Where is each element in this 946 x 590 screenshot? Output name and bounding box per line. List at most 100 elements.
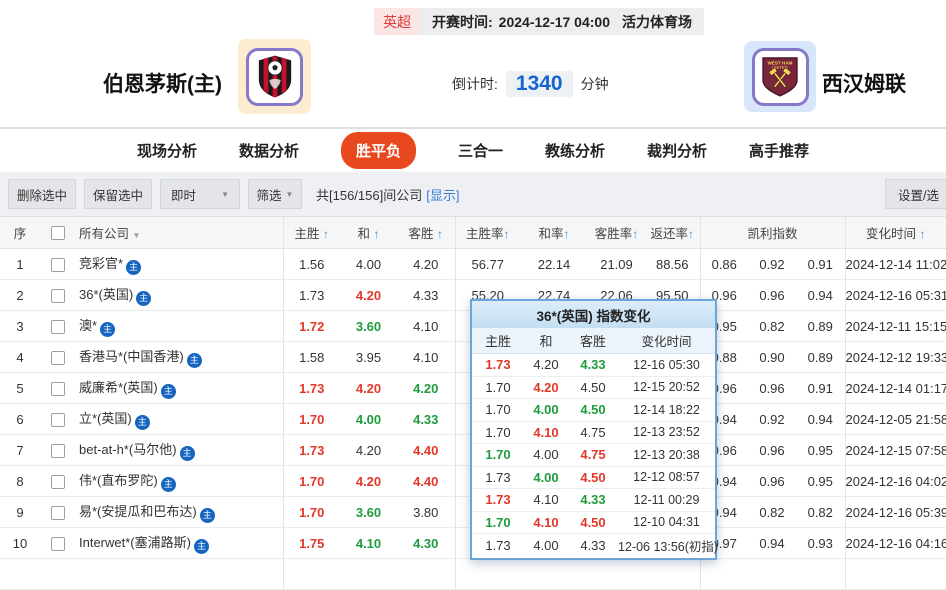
header-home-odds[interactable]: 主胜 ↑ — [283, 216, 340, 249]
row-checkbox[interactable] — [50, 319, 65, 334]
company-name[interactable]: 立*(英国) — [79, 411, 132, 426]
company-name[interactable]: 香港马*(中国香港) — [79, 349, 184, 364]
instant-dropdown[interactable]: 即时 ▼ — [160, 179, 240, 209]
away-odds[interactable]: 4.33 — [397, 279, 456, 311]
row-checkbox-cell — [40, 279, 75, 311]
home-odds[interactable]: 1.75 — [283, 527, 340, 559]
settings-button[interactable]: 设置/选 — [885, 179, 946, 209]
tab-data-analysis[interactable]: 数据分析 — [239, 140, 299, 161]
company-name[interactable]: 威廉希*(英国) — [79, 380, 158, 395]
draw-odds[interactable]: 3.95 — [340, 341, 397, 373]
draw-odds[interactable]: 4.20 — [340, 434, 397, 466]
away-odds[interactable]: 4.30 — [397, 527, 456, 559]
kelly-cell: 0.95 — [796, 434, 846, 466]
away-odds[interactable]: 4.20 — [397, 372, 456, 404]
sort-up-icon: ↑ — [563, 227, 570, 241]
sort-up-icon: ↑ — [632, 227, 639, 241]
draw-odds[interactable]: 4.00 — [340, 248, 397, 280]
away-team-name: 西汉姆联 — [822, 73, 906, 96]
away-odds[interactable]: 4.33 — [397, 403, 456, 435]
kelly-cell: 0.92 — [748, 248, 796, 280]
row-checkbox[interactable] — [50, 257, 65, 272]
tab-live-analysis[interactable]: 现场分析 — [137, 140, 197, 161]
filter-dropdown[interactable]: 筛选 ▼ — [248, 179, 302, 209]
draw-odds[interactable]: 4.10 — [340, 527, 397, 559]
row-checkbox[interactable] — [50, 288, 65, 303]
table-toolbar: 删除选中 保留选中 即时 ▼ 筛选 ▼ 共[156/156]间公司 [显示] 设… — [0, 172, 946, 216]
draw-odds[interactable]: 4.20 — [340, 372, 397, 404]
draw-odds[interactable]: 4.20 — [340, 465, 397, 497]
home-odds[interactable]: 1.73 — [283, 434, 340, 466]
away-odds[interactable]: 4.40 — [397, 465, 456, 497]
company-name[interactable]: 易*(安提瓜和巴布达) — [79, 504, 197, 519]
company-name[interactable]: 伟*(直布罗陀) — [79, 473, 158, 488]
company-filter-icon[interactable]: ▼ — [133, 231, 141, 240]
home-odds[interactable]: 1.70 — [283, 496, 340, 528]
empty-cell — [283, 558, 340, 590]
home-odds[interactable]: 1.73 — [283, 372, 340, 404]
tab-expert-picks[interactable]: 高手推荐 — [749, 140, 809, 161]
row-checkbox[interactable] — [50, 474, 65, 489]
popup-row: 1.70 4.10 4.50 12-10 04:31 — [472, 512, 715, 534]
company-name[interactable]: 澳* — [79, 318, 97, 333]
match-info-bar: 英超 开赛时间: 2024-12-17 04:00 活力体育场 — [374, 8, 704, 35]
tab-win-draw-lose[interactable]: 胜平负 — [340, 132, 416, 169]
company-name[interactable]: Interwet*(塞浦路斯) — [79, 535, 191, 550]
header-home-rate[interactable]: 主胜率↑ — [455, 216, 520, 249]
draw-odds[interactable]: 4.00 — [340, 403, 397, 435]
header-return-rate[interactable]: 返还率↑ — [645, 216, 701, 249]
tab-coach-analysis[interactable]: 教练分析 — [545, 140, 605, 161]
row-checkbox[interactable] — [50, 350, 65, 365]
home-odds[interactable]: 1.73 — [283, 279, 340, 311]
header-away-odds[interactable]: 客胜 ↑ — [397, 216, 456, 249]
home-odds[interactable]: 1.58 — [283, 341, 340, 373]
row-checkbox[interactable] — [50, 505, 65, 520]
bournemouth-crest-icon — [258, 55, 291, 98]
row-seq: 6 — [0, 403, 40, 435]
draw-odds[interactable]: 3.60 — [340, 310, 397, 342]
rate-cell: 56.77 — [455, 248, 520, 280]
keep-selected-button[interactable]: 保留选中 — [84, 179, 152, 209]
empty-cell — [0, 558, 40, 590]
header-company[interactable]: 所有公司 ▼ — [75, 216, 284, 249]
kelly-cell: 0.96 — [748, 372, 796, 404]
company-cell: 易*(安提瓜和巴布达) 主 — [75, 496, 284, 528]
header-change-time[interactable]: 变化时间 ↑ — [845, 216, 946, 249]
draw-odds[interactable]: 4.20 — [340, 279, 397, 311]
row-checkbox[interactable] — [50, 381, 65, 396]
header-draw-odds[interactable]: 和 ↑ — [340, 216, 397, 249]
rate-cell: 22.14 — [520, 248, 588, 280]
change-time: 2024-12-15 07:58 — [845, 434, 946, 466]
select-all-checkbox[interactable] — [50, 225, 65, 240]
popup-row: 1.73 4.20 4.33 12-16 05:30 — [472, 354, 715, 377]
odds-row: 1 竞彩官* 主 1.56 4.00 4.20 56.77 22.14 21.09 88.56 0.… — [0, 248, 946, 280]
row-checkbox[interactable] — [50, 412, 65, 427]
header-draw-rate[interactable]: 和率↑ — [520, 216, 588, 249]
row-checkbox-cell — [40, 372, 75, 404]
row-checkbox[interactable] — [50, 443, 65, 458]
company-name[interactable]: 36*(英国) — [79, 287, 133, 302]
draw-odds[interactable]: 3.60 — [340, 496, 397, 528]
away-odds[interactable]: 4.10 — [397, 341, 456, 373]
company-cell: 36*(英国) 主 — [75, 279, 284, 311]
company-cell: 伟*(直布罗陀) 主 — [75, 465, 284, 497]
away-odds[interactable]: 4.10 — [397, 310, 456, 342]
home-odds[interactable]: 1.72 — [283, 310, 340, 342]
popup-odds-value: 4.75 — [580, 424, 606, 440]
home-odds[interactable]: 1.70 — [283, 403, 340, 435]
away-odds[interactable]: 4.20 — [397, 248, 456, 280]
header-away-rate[interactable]: 客胜率↑ — [588, 216, 645, 249]
company-name[interactable]: bet-at-h*(马尔他) — [79, 442, 177, 457]
show-link[interactable]: [显示] — [426, 185, 459, 204]
tab-three-in-one[interactable]: 三合一 — [458, 140, 503, 161]
away-odds[interactable]: 4.40 — [397, 434, 456, 466]
popup-change-time: 12-13 20:38 — [633, 447, 700, 462]
popup-odds-value: 4.00 — [533, 469, 559, 485]
row-checkbox[interactable] — [50, 536, 65, 551]
home-odds[interactable]: 1.56 — [283, 248, 340, 280]
away-odds[interactable]: 3.80 — [397, 496, 456, 528]
tab-referee-analysis[interactable]: 裁判分析 — [647, 140, 707, 161]
company-name[interactable]: 竞彩官* — [79, 256, 123, 271]
delete-selected-button[interactable]: 删除选中 — [8, 179, 76, 209]
home-odds[interactable]: 1.70 — [283, 465, 340, 497]
